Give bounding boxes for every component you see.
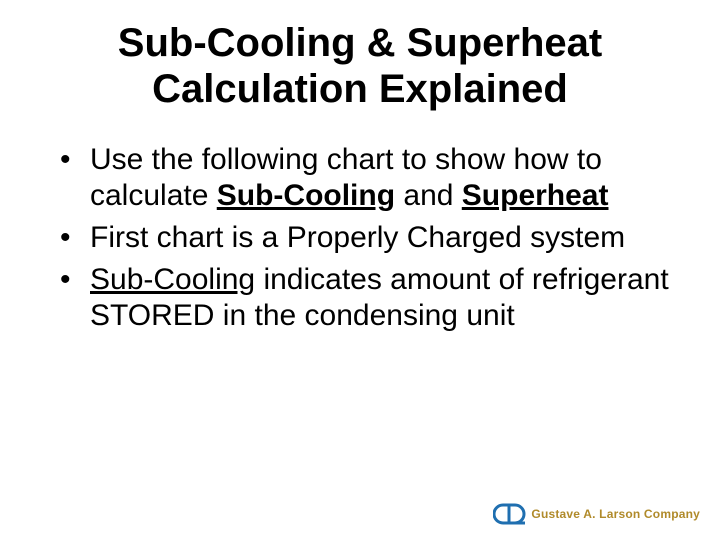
company-logo-icon	[493, 502, 527, 526]
footer-logo: Gustave A. Larson Company	[493, 502, 700, 526]
company-name: Gustave A. Larson Company	[531, 507, 700, 521]
bullet-text: and	[395, 179, 462, 212]
page-title: Sub-Cooling & Superheat Calculation Expl…	[0, 0, 720, 122]
term-superheat: Superheat	[462, 179, 609, 212]
term-subcooling: Sub-Cooling	[217, 179, 395, 212]
term-subcooling: Sub-Cooling	[90, 263, 255, 296]
bullet-item: First chart is a Properly Charged system	[60, 220, 680, 256]
bullet-list: Use the following chart to show how to c…	[60, 142, 680, 334]
bullet-item: Sub-Cooling indicates amount of refriger…	[60, 262, 680, 334]
bullet-text: First chart is a Properly Charged system	[90, 221, 625, 254]
body-content: Use the following chart to show how to c…	[0, 122, 720, 334]
slide: Sub-Cooling & Superheat Calculation Expl…	[0, 0, 720, 540]
bullet-item: Use the following chart to show how to c…	[60, 142, 680, 214]
title-line-1: Sub-Cooling & Superheat	[118, 21, 602, 65]
title-line-2: Calculation Explained	[152, 67, 568, 111]
